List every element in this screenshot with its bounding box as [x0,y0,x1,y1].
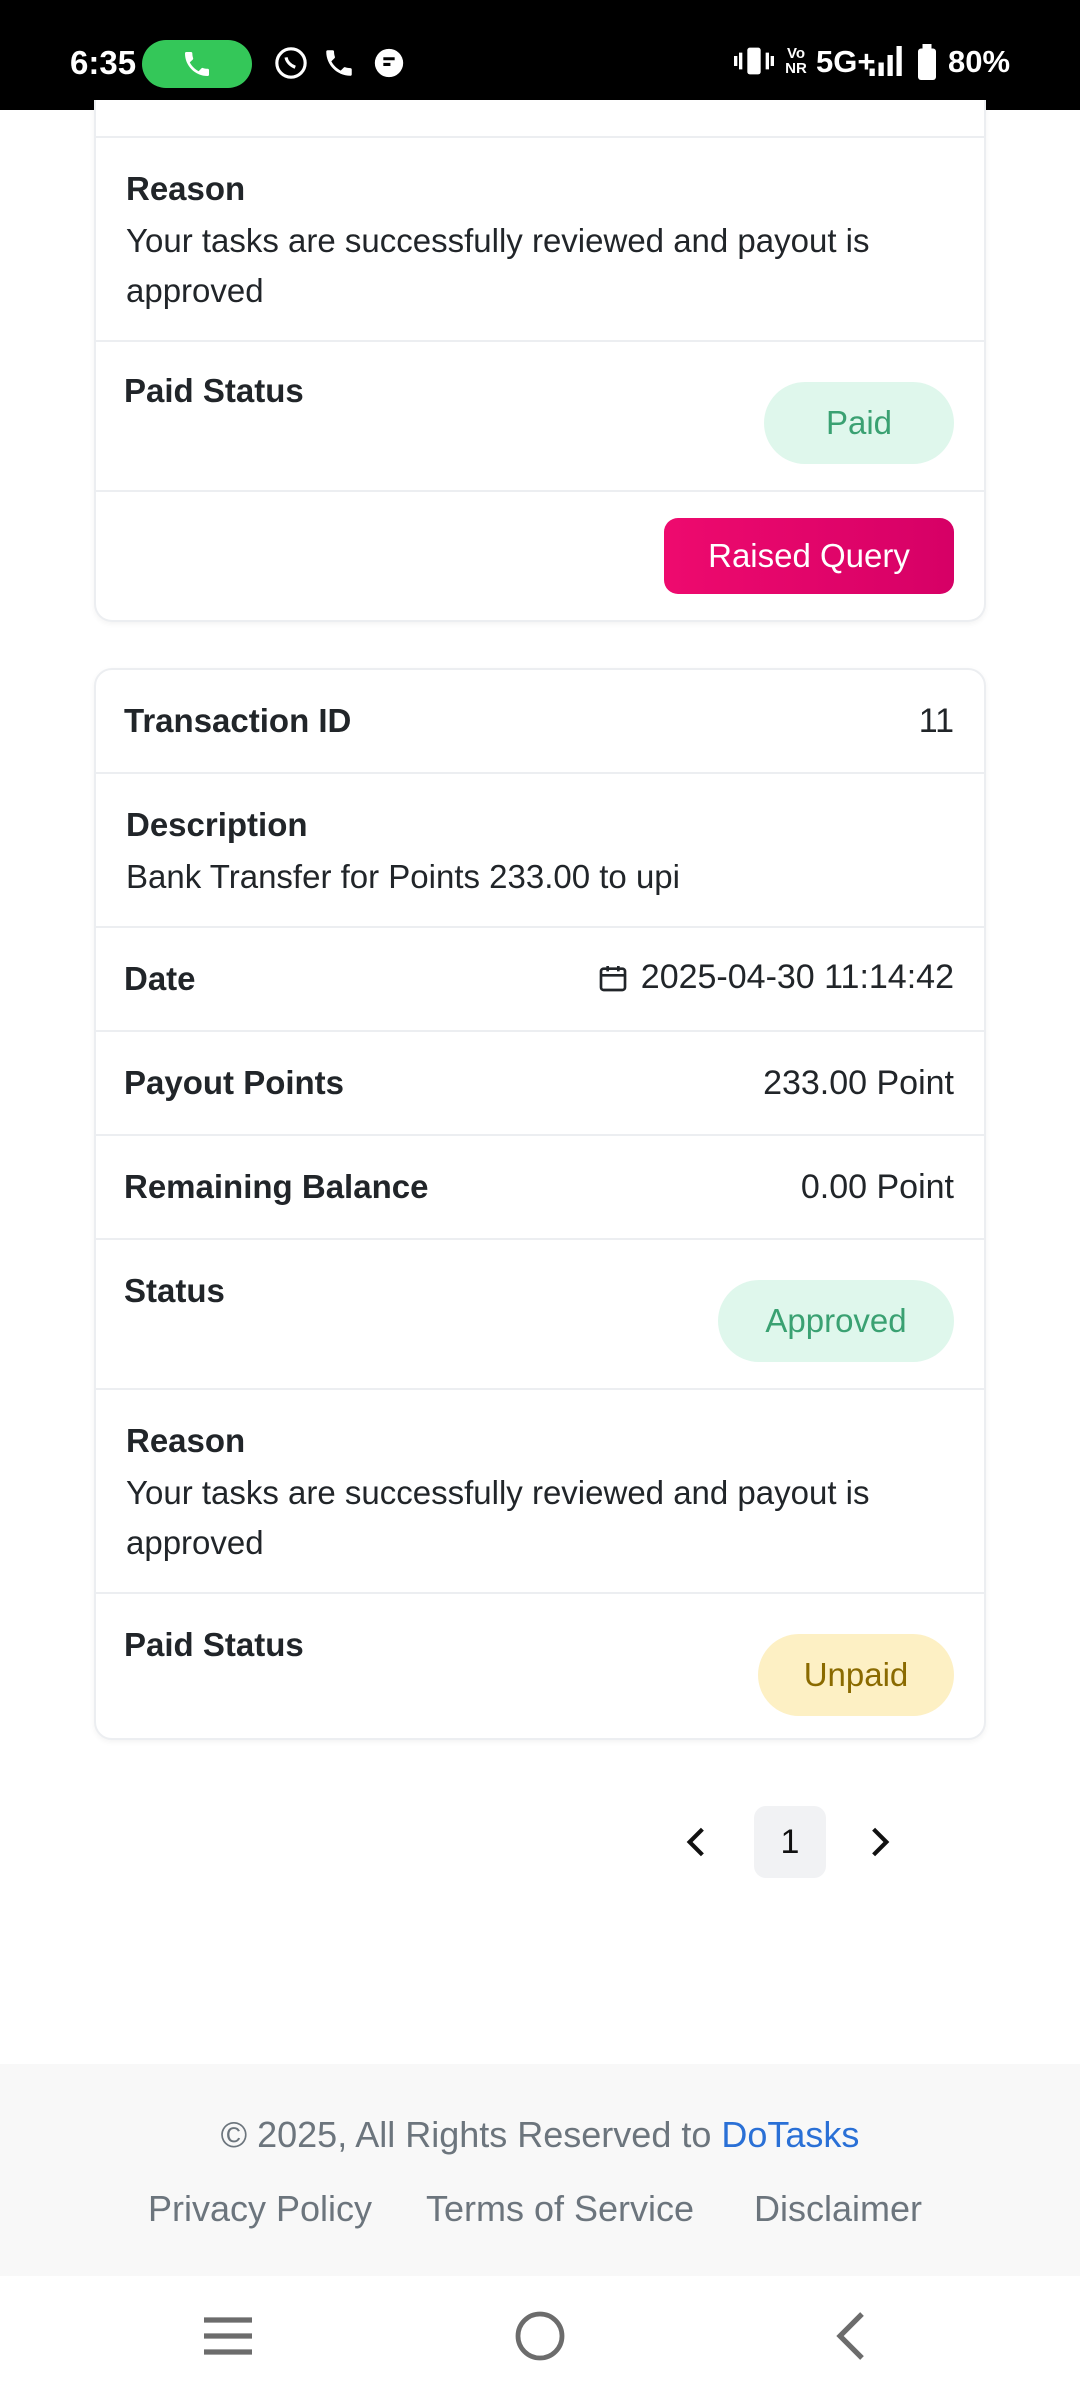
paid-status-label: Paid Status [124,1626,304,1663]
pagination-prev-button[interactable] [664,1806,728,1878]
disclaimer-link[interactable]: Disclaimer [754,2188,922,2230]
paid-status-badge: Paid [764,382,954,464]
footer: © 2025, All Rights Reserved to DoTasks P… [0,2064,1080,2276]
transaction-id-value: 11 [918,702,954,740]
chevron-right-icon [872,1827,890,1857]
battery-percent: 80% [948,44,1011,79]
balance-value: 0.00 Point [800,1168,954,1206]
reason-row: Reason Your tasks are successfully revie… [96,1390,984,1594]
status-row: Status Approved [96,1240,984,1390]
raised-query-button[interactable]: Raised Query [664,518,954,594]
balance-label: Remaining Balance [124,1168,429,1205]
transaction-card-previous: Reason Your tasks are successfully revie… [94,100,986,622]
volte-indicator: Vo NR [785,45,807,77]
date-value-group: 2025-04-30 11:14:42 [597,958,954,997]
call-icon [185,52,209,76]
chevron-left-icon [686,1827,704,1857]
description-text: Bank Transfer for Points 233.00 to upi [126,858,680,895]
copyright: © 2025, All Rights Reserved to DoTasks [0,2114,1080,2156]
phone-icon [326,50,352,76]
reason-text: Your tasks are successfully reviewed and… [126,1474,870,1561]
date-label: Date [124,960,196,997]
recent-apps-icon[interactable] [202,2314,254,2358]
paid-status-row: Paid Status Unpaid [96,1594,984,1740]
status-label: Status [124,1272,225,1309]
reason-label: Reason [126,170,246,207]
copyright-text: © 2025, All Rights Reserved to [220,2114,712,2155]
privacy-policy-link[interactable]: Privacy Policy [148,2188,372,2230]
status-time: 6:35 [70,44,137,81]
reason-text: Your tasks are successfully reviewed and… [126,222,870,309]
query-row: Raised Query [96,492,984,620]
vibrate-icon [734,47,774,75]
payout-row: Payout Points 233.00 Point [96,1032,984,1136]
payout-value: 233.00 Point [763,1064,954,1102]
status-bar: 6:35 Vo NR 5G+ 80% [0,0,1080,110]
date-value: 2025-04-30 11:14:42 [640,958,954,996]
payout-label: Payout Points [124,1064,345,1101]
ongoing-call-pill[interactable] [142,40,252,88]
transaction-id-label: Transaction ID [124,702,352,739]
description-label: Description [126,806,308,843]
status-badge: Approved [718,1280,954,1362]
transaction-card: Transaction ID 11 Description Bank Trans… [94,668,986,1740]
date-row: Date 2025-04-30 11:14:42 [96,928,984,1032]
whatsapp-icon [275,47,307,79]
unpaid-status-badge: Unpaid [758,1634,954,1716]
pagination-next-button[interactable] [848,1806,912,1878]
back-icon[interactable] [830,2310,870,2362]
transaction-id-row: Transaction ID 11 [96,670,984,774]
paid-status-label: Paid Status [124,372,304,409]
battery-icon [918,44,936,80]
signal-icon [869,46,902,76]
terms-of-service-link[interactable]: Terms of Service [426,2188,694,2230]
reason-label: Reason [126,1422,246,1459]
brand-link[interactable]: DoTasks [721,2114,859,2155]
network-type: 5G+ [816,44,876,79]
chat-icon [374,48,404,78]
home-icon[interactable] [514,2310,566,2362]
reason-row: Reason Your tasks are successfully revie… [96,136,984,342]
pagination-page-1[interactable]: 1 [754,1806,826,1878]
paid-status-row: Paid Status Paid [96,342,984,492]
description-row: Description Bank Transfer for Points 233… [96,774,984,928]
calendar-icon [599,965,627,991]
balance-row: Remaining Balance 0.00 Point [96,1136,984,1240]
system-nav-bar [0,2276,1080,2392]
